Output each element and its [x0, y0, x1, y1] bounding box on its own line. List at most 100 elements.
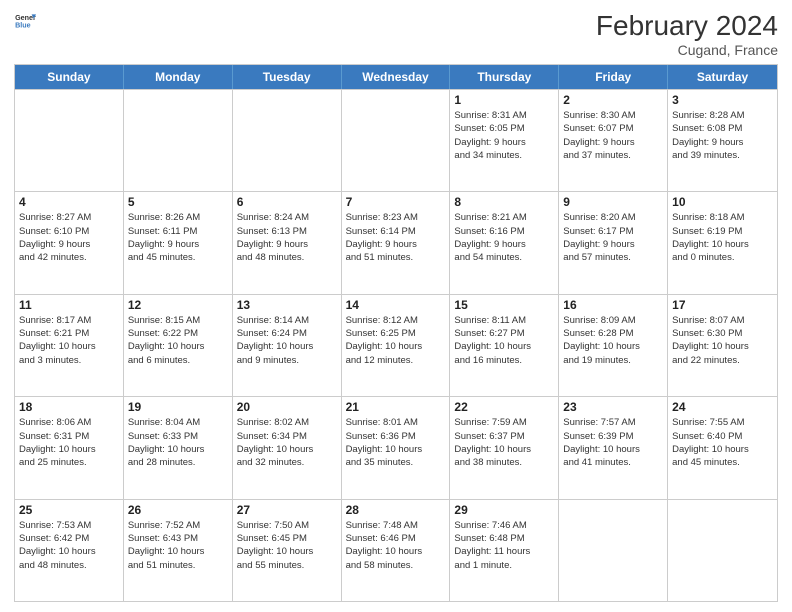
day-number: 23: [563, 400, 663, 414]
weekday-header: Monday: [124, 65, 233, 89]
day-number: 6: [237, 195, 337, 209]
day-info: Sunrise: 8:15 AM Sunset: 6:22 PM Dayligh…: [128, 314, 228, 367]
calendar-cell: [124, 90, 233, 191]
calendar-cell: 27Sunrise: 7:50 AM Sunset: 6:45 PM Dayli…: [233, 500, 342, 601]
day-info: Sunrise: 8:23 AM Sunset: 6:14 PM Dayligh…: [346, 211, 446, 264]
calendar-cell: 5 Sunrise: 8:26 AM Sunset: 6:11 PM Daylig…: [124, 192, 233, 293]
day-info: Sunrise: 8:21 AM Sunset: 6:16 PM Dayligh…: [454, 211, 554, 264]
day-number: 17: [672, 298, 773, 312]
day-info: Sunrise: 8:24 AM Sunset: 6:13 PM Dayligh…: [237, 211, 337, 264]
day-info: Sunrise: 8:27 AM Sunset: 6:10 PM Dayligh…: [19, 211, 119, 264]
calendar-cell: [559, 500, 668, 601]
calendar-cell: 16Sunrise: 8:09 AM Sunset: 6:28 PM Dayli…: [559, 295, 668, 396]
calendar-row: 25 Sunrise: 7:53 AM Sunset: 6:42 PM Dayli…: [15, 499, 777, 601]
calendar-cell: 17 Sunrise: 8:07 AM Sunset: 6:30 PM Dayli…: [668, 295, 777, 396]
calendar-cell: 2 Sunrise: 8:30 AM Sunset: 6:07 PM Daylig…: [559, 90, 668, 191]
day-info: Sunrise: 8:17 AM Sunset: 6:21 PM Dayligh…: [19, 314, 119, 367]
calendar-cell: 21 Sunrise: 8:01 AM Sunset: 6:36 PM Dayli…: [342, 397, 451, 498]
day-number: 20: [237, 400, 337, 414]
calendar-cell: [233, 90, 342, 191]
calendar-cell: 20Sunrise: 8:02 AM Sunset: 6:34 PM Dayli…: [233, 397, 342, 498]
calendar-row: 18 Sunrise: 8:06 AM Sunset: 6:31 PM Dayli…: [15, 396, 777, 498]
day-number: 12: [128, 298, 228, 312]
day-info: Sunrise: 8:12 AM Sunset: 6:25 PM Dayligh…: [346, 314, 446, 367]
weekday-header: Wednesday: [342, 65, 451, 89]
day-number: 13: [237, 298, 337, 312]
day-info: Sunrise: 7:59 AM Sunset: 6:37 PM Dayligh…: [454, 416, 554, 469]
svg-text:Blue: Blue: [15, 22, 31, 30]
day-number: 4: [19, 195, 119, 209]
day-number: 18: [19, 400, 119, 414]
calendar-cell: 19Sunrise: 8:04 AM Sunset: 6:33 PM Dayli…: [124, 397, 233, 498]
calendar-cell: 13 Sunrise: 8:14 AM Sunset: 6:24 PM Dayli…: [233, 295, 342, 396]
calendar-cell: 24 Sunrise: 7:55 AM Sunset: 6:40 PM Dayli…: [668, 397, 777, 498]
day-number: 24: [672, 400, 773, 414]
calendar-cell: 7 Sunrise: 8:23 AM Sunset: 6:14 PM Daylig…: [342, 192, 451, 293]
calendar-cell: 23 Sunrise: 7:57 AM Sunset: 6:39 PM Dayli…: [559, 397, 668, 498]
calendar-cell: 6 Sunrise: 8:24 AM Sunset: 6:13 PM Daylig…: [233, 192, 342, 293]
weekday-header: Friday: [559, 65, 668, 89]
day-info: Sunrise: 8:20 AM Sunset: 6:17 PM Dayligh…: [563, 211, 663, 264]
day-number: 8: [454, 195, 554, 209]
day-number: 2: [563, 93, 663, 107]
day-info: Sunrise: 7:55 AM Sunset: 6:40 PM Dayligh…: [672, 416, 773, 469]
calendar-body: 1 Sunrise: 8:31 AM Sunset: 6:05 PM Daylig…: [15, 89, 777, 601]
day-number: 14: [346, 298, 446, 312]
day-info: Sunrise: 7:46 AM Sunset: 6:48 PM Dayligh…: [454, 519, 554, 572]
day-number: 21: [346, 400, 446, 414]
day-info: Sunrise: 8:07 AM Sunset: 6:30 PM Dayligh…: [672, 314, 773, 367]
weekday-header: Saturday: [668, 65, 777, 89]
day-info: Sunrise: 8:06 AM Sunset: 6:31 PM Dayligh…: [19, 416, 119, 469]
weekday-header: Thursday: [450, 65, 559, 89]
day-number: 25: [19, 503, 119, 517]
calendar-cell: 4 Sunrise: 8:27 AM Sunset: 6:10 PM Daylig…: [15, 192, 124, 293]
calendar-cell: 14 Sunrise: 8:12 AM Sunset: 6:25 PM Dayli…: [342, 295, 451, 396]
calendar-cell: 9Sunrise: 8:20 AM Sunset: 6:17 PM Daylig…: [559, 192, 668, 293]
day-number: 1: [454, 93, 554, 107]
calendar-cell: [342, 90, 451, 191]
calendar-cell: 25 Sunrise: 7:53 AM Sunset: 6:42 PM Dayli…: [15, 500, 124, 601]
calendar-cell: 18 Sunrise: 8:06 AM Sunset: 6:31 PM Dayli…: [15, 397, 124, 498]
day-info: Sunrise: 8:26 AM Sunset: 6:11 PM Dayligh…: [128, 211, 228, 264]
calendar-row: 1 Sunrise: 8:31 AM Sunset: 6:05 PM Daylig…: [15, 89, 777, 191]
day-number: 5: [128, 195, 228, 209]
day-info: Sunrise: 7:57 AM Sunset: 6:39 PM Dayligh…: [563, 416, 663, 469]
day-number: 26: [128, 503, 228, 517]
day-info: Sunrise: 8:18 AM Sunset: 6:19 PM Dayligh…: [672, 211, 773, 264]
day-info: Sunrise: 7:48 AM Sunset: 6:46 PM Dayligh…: [346, 519, 446, 572]
day-info: Sunrise: 8:30 AM Sunset: 6:07 PM Dayligh…: [563, 109, 663, 162]
day-number: 7: [346, 195, 446, 209]
page-header: General Blue February 2024 Cugand, Franc…: [14, 10, 778, 58]
day-number: 22: [454, 400, 554, 414]
day-number: 19: [128, 400, 228, 414]
calendar-row: 11Sunrise: 8:17 AM Sunset: 6:21 PM Dayli…: [15, 294, 777, 396]
calendar-cell: 26Sunrise: 7:52 AM Sunset: 6:43 PM Dayli…: [124, 500, 233, 601]
weekday-header: Sunday: [15, 65, 124, 89]
day-info: Sunrise: 8:11 AM Sunset: 6:27 PM Dayligh…: [454, 314, 554, 367]
day-number: 29: [454, 503, 554, 517]
day-info: Sunrise: 7:53 AM Sunset: 6:42 PM Dayligh…: [19, 519, 119, 572]
calendar-cell: [668, 500, 777, 601]
calendar-cell: 12 Sunrise: 8:15 AM Sunset: 6:22 PM Dayli…: [124, 295, 233, 396]
month-year: February 2024: [596, 10, 778, 42]
calendar-cell: 1 Sunrise: 8:31 AM Sunset: 6:05 PM Daylig…: [450, 90, 559, 191]
weekday-header: Tuesday: [233, 65, 342, 89]
calendar-row: 4 Sunrise: 8:27 AM Sunset: 6:10 PM Daylig…: [15, 191, 777, 293]
calendar-cell: 8 Sunrise: 8:21 AM Sunset: 6:16 PM Daylig…: [450, 192, 559, 293]
day-info: Sunrise: 8:28 AM Sunset: 6:08 PM Dayligh…: [672, 109, 773, 162]
day-info: Sunrise: 8:01 AM Sunset: 6:36 PM Dayligh…: [346, 416, 446, 469]
day-info: Sunrise: 8:31 AM Sunset: 6:05 PM Dayligh…: [454, 109, 554, 162]
day-number: 28: [346, 503, 446, 517]
logo: General Blue: [14, 10, 36, 32]
day-number: 3: [672, 93, 773, 107]
day-number: 15: [454, 298, 554, 312]
calendar-cell: [15, 90, 124, 191]
day-info: Sunrise: 8:09 AM Sunset: 6:28 PM Dayligh…: [563, 314, 663, 367]
calendar: SundayMondayTuesdayWednesdayThursdayFrid…: [14, 64, 778, 602]
calendar-cell: 22 Sunrise: 7:59 AM Sunset: 6:37 PM Dayli…: [450, 397, 559, 498]
location: Cugand, France: [596, 42, 778, 58]
calendar-cell: 28 Sunrise: 7:48 AM Sunset: 6:46 PM Dayli…: [342, 500, 451, 601]
day-info: Sunrise: 8:14 AM Sunset: 6:24 PM Dayligh…: [237, 314, 337, 367]
calendar-cell: 11Sunrise: 8:17 AM Sunset: 6:21 PM Dayli…: [15, 295, 124, 396]
day-info: Sunrise: 7:50 AM Sunset: 6:45 PM Dayligh…: [237, 519, 337, 572]
